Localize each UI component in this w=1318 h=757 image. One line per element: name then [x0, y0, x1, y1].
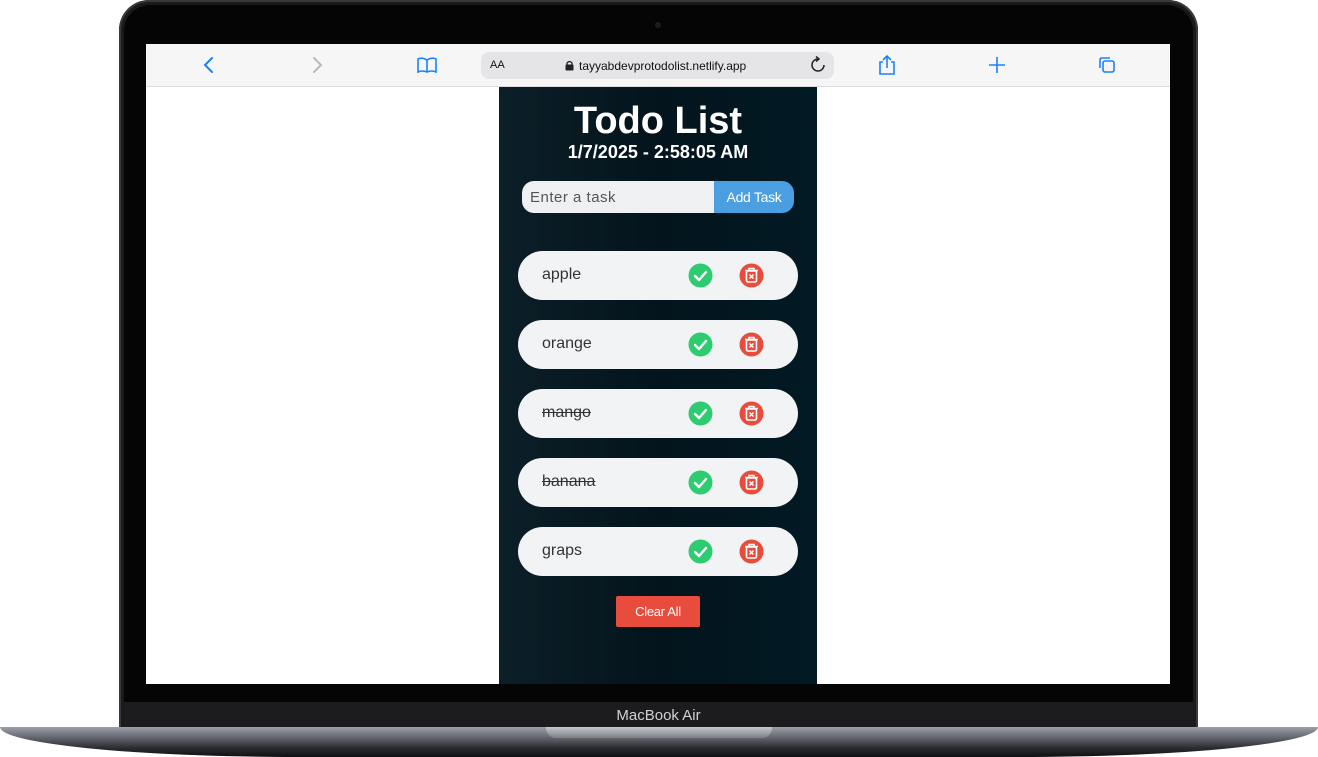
clear-all-button[interactable]: Clear All: [616, 596, 700, 627]
trash-icon[interactable]: [739, 539, 764, 564]
bookmarks-button[interactable]: [416, 54, 438, 76]
task-item: orange: [518, 320, 798, 369]
url-display[interactable]: tayyabdevprotodolist.netlify.app: [565, 59, 746, 73]
browser-screen: AA tayyabdevprotodolist.netlify.app Todo…: [146, 44, 1170, 684]
check-icon[interactable]: [688, 539, 713, 564]
current-datetime: 1/7/2025 - 2:58:05 AM: [567, 142, 749, 162]
check-icon[interactable]: [688, 401, 713, 426]
task-text: orange: [542, 335, 592, 352]
tabs-icon: [1099, 57, 1115, 73]
reload-button[interactable]: [810, 55, 826, 79]
device-label: MacBook Air: [124, 702, 1193, 728]
task-item: graps: [518, 527, 798, 576]
add-task-form: Add Task: [522, 181, 794, 213]
task-text-completed: banana: [542, 473, 596, 490]
lock-icon: [565, 60, 574, 71]
book-icon: [417, 57, 437, 74]
chevron-right-icon: [313, 57, 323, 73]
share-icon: [879, 54, 895, 75]
laptop-notch: [546, 727, 772, 738]
plus-icon: [989, 57, 1005, 73]
back-button[interactable]: [198, 54, 220, 76]
task-text: graps: [542, 542, 583, 559]
task-text-completed: mango: [542, 404, 591, 421]
check-icon[interactable]: [688, 470, 713, 495]
reload-icon: [811, 55, 825, 72]
task-input[interactable]: [522, 181, 714, 213]
task-text: apple: [542, 266, 582, 283]
forward-button[interactable]: [306, 54, 328, 76]
trash-icon[interactable]: [739, 263, 764, 288]
browser-toolbar: AA tayyabdevprotodolist.netlify.app: [146, 44, 1170, 87]
chevron-left-icon: [203, 57, 213, 73]
add-task-button[interactable]: Add Task: [714, 181, 794, 213]
camera: [655, 22, 661, 28]
text-size-button[interactable]: AA: [490, 59, 505, 71]
new-tab-button[interactable]: [986, 54, 1008, 76]
todo-app: Todo List 1/7/2025 - 2:58:05 AM Add Task…: [499, 87, 817, 684]
check-icon[interactable]: [688, 263, 713, 288]
task-item: apple: [518, 251, 798, 300]
page-title: Todo List: [573, 100, 743, 142]
trash-icon[interactable]: [739, 470, 764, 495]
share-button[interactable]: [876, 54, 898, 76]
task-item: banana: [518, 458, 798, 507]
task-item: mango: [518, 389, 798, 438]
tabs-button[interactable]: [1096, 54, 1118, 76]
trash-icon[interactable]: [739, 401, 764, 426]
trash-icon[interactable]: [739, 332, 764, 357]
url-text: tayyabdevprotodolist.netlify.app: [579, 59, 747, 73]
address-bar[interactable]: AA tayyabdevprotodolist.netlify.app: [481, 52, 834, 79]
check-icon[interactable]: [688, 332, 713, 357]
